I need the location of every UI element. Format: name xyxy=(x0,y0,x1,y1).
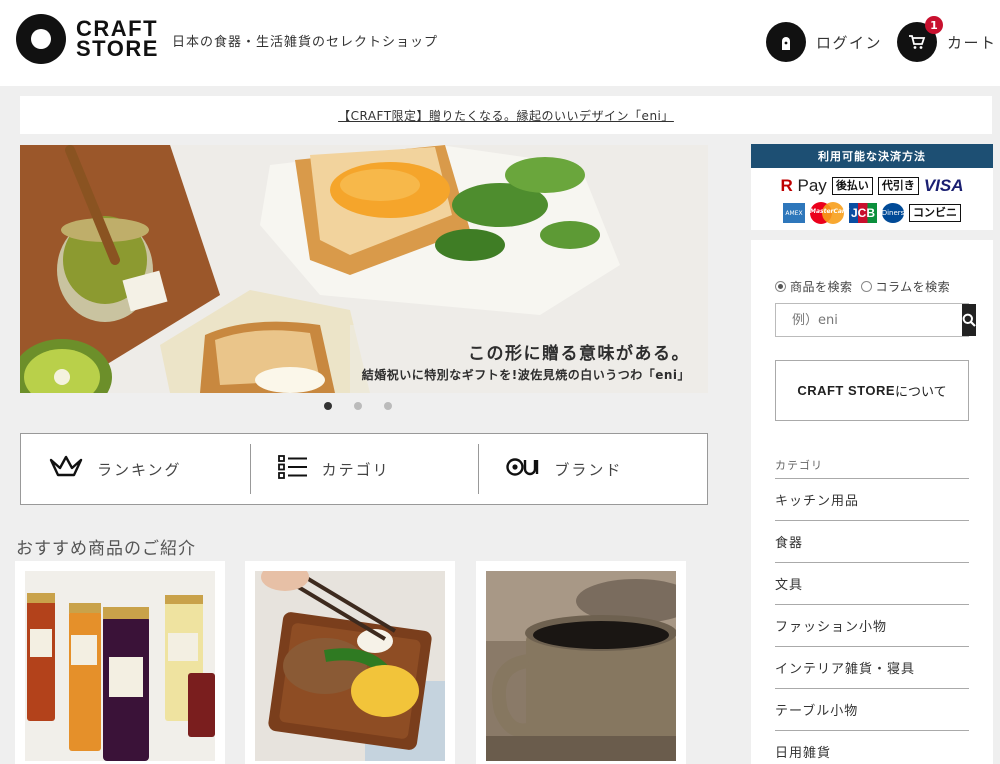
logo-line-2: STORE xyxy=(76,36,159,61)
visa-logo: VISA xyxy=(923,176,964,195)
product-image xyxy=(486,571,676,761)
payment-row-2: AMEX MasterCard JCB Diners コンビニ xyxy=(751,202,993,224)
category-list: キッチン用品 食器 文具 ファッション小物 インテリア雑貨・寝具 テーブル小物 … xyxy=(775,478,969,764)
product-card[interactable] xyxy=(245,561,455,764)
daibiki-logo: 代引き xyxy=(877,177,919,195)
hero-subline: 結婚祝いに特別なギフトを!波佐見焼の白いうつわ「eni」 xyxy=(361,368,690,382)
carousel-dot-3[interactable] xyxy=(384,402,392,410)
crown-icon xyxy=(49,455,83,483)
category-item[interactable]: インテリア雑貨・寝具 xyxy=(775,646,969,688)
product-image xyxy=(255,571,445,761)
nav-ranking-label: ランキング xyxy=(97,460,182,479)
nav-category[interactable]: カテゴリ xyxy=(249,434,479,504)
search-icon xyxy=(962,313,976,327)
nav-brand-label: ブランド xyxy=(554,460,623,479)
site-logo[interactable]: CRAFT STORE xyxy=(16,14,159,64)
carousel-dot-1[interactable] xyxy=(324,402,332,410)
search-input[interactable] xyxy=(776,304,962,336)
payment-methods: 利用可能な決済方法 R Pay 後払い 代引き VISA AMEX Master… xyxy=(751,144,993,230)
payment-title: 利用可能な決済方法 xyxy=(751,144,993,168)
category-item[interactable]: 文具 xyxy=(775,562,969,604)
notice-bar: 【CRAFT限定】贈りたくなる。縁起のいいデザイン「eni」 xyxy=(20,96,992,134)
about-store-button[interactable]: CRAFT STORE について xyxy=(775,360,969,421)
diners-logo: Diners xyxy=(882,203,904,223)
search-box xyxy=(775,303,976,337)
logo-text: CRAFT STORE xyxy=(76,18,159,61)
sidebar: 商品を検索 コラムを検索 CRAFT STOREについて カテゴリ キッチン用品… xyxy=(751,240,993,764)
about-suffix: について xyxy=(895,385,947,400)
hero-headline: この形に贈る意味がある。 xyxy=(468,344,690,364)
search-mode-columns-label: コラムを検索 xyxy=(875,280,951,294)
search-button[interactable] xyxy=(962,304,976,336)
site-tagline: 日本の食器・生活雑貨のセレクトショップ xyxy=(172,35,439,50)
amex-logo: AMEX xyxy=(782,203,805,223)
carousel-dots xyxy=(324,402,392,410)
about-brand: CRAFT STORE xyxy=(797,383,896,398)
product-card[interactable] xyxy=(15,561,225,764)
product-card[interactable] xyxy=(476,561,686,764)
search-mode-columns[interactable]: コラムを検索 xyxy=(860,278,951,295)
atobarai-logo: 後払い xyxy=(831,177,873,195)
login-button[interactable]: ログイン xyxy=(766,22,882,62)
radio-checked-icon xyxy=(775,281,786,292)
payment-row-1: R Pay 後払い 代引き VISA xyxy=(751,176,993,196)
category-item[interactable]: ファッション小物 xyxy=(775,604,969,646)
konbini-logo: コンビニ xyxy=(909,204,961,222)
recommend-title: おすすめ商品のご紹介 xyxy=(16,539,196,559)
mastercard-text: MasterCard xyxy=(809,208,850,215)
cart-button[interactable]: 1 カート xyxy=(897,16,997,62)
user-icon xyxy=(766,22,806,62)
nav-category-label: カテゴリ xyxy=(321,460,390,479)
list-icon xyxy=(277,455,308,483)
nav-brand[interactable]: ブランド xyxy=(478,434,707,504)
category-heading: カテゴリ xyxy=(775,459,823,472)
hero-banner[interactable]: この形に贈る意味がある。 結婚祝いに特別なギフトを!波佐見焼の白いうつわ「eni… xyxy=(20,145,708,393)
brand-icon xyxy=(506,457,540,481)
rakuten-pay-logo: R Pay xyxy=(781,176,827,196)
rakuten-pay-r: R xyxy=(780,176,793,195)
category-item[interactable]: 食器 xyxy=(775,520,969,562)
search-mode-products-label: 商品を検索 xyxy=(790,280,853,294)
radio-unchecked-icon xyxy=(860,281,872,292)
login-label: ログイン xyxy=(816,33,883,52)
cart-count-badge: 1 xyxy=(925,16,943,34)
cart-icon: 1 xyxy=(897,16,943,62)
notice-link[interactable]: 【CRAFT限定】贈りたくなる。縁起のいいデザイン「eni」 xyxy=(338,107,674,124)
site-header: CRAFT STORE 日本の食器・生活雑貨のセレクトショップ ログイン 1 カ… xyxy=(0,0,1000,86)
search-mode-products[interactable]: 商品を検索 xyxy=(775,278,853,295)
logo-mark-icon xyxy=(16,14,66,64)
category-item[interactable]: テーブル小物 xyxy=(775,688,969,730)
search-mode: 商品を検索 コラムを検索 xyxy=(775,278,950,295)
mastercard-logo: MasterCard xyxy=(809,202,850,224)
product-image xyxy=(25,571,215,761)
carousel-dot-2[interactable] xyxy=(354,402,362,410)
cart-label: カート xyxy=(947,33,997,52)
quick-nav: ランキング カテゴリ ブランド xyxy=(20,433,708,505)
nav-ranking[interactable]: ランキング xyxy=(21,434,250,504)
category-item[interactable]: 日用雑貨 xyxy=(775,730,969,764)
rakuten-pay-text: Pay xyxy=(792,176,827,195)
category-item[interactable]: キッチン用品 xyxy=(775,478,969,520)
jcb-logo: JCB xyxy=(848,203,877,223)
